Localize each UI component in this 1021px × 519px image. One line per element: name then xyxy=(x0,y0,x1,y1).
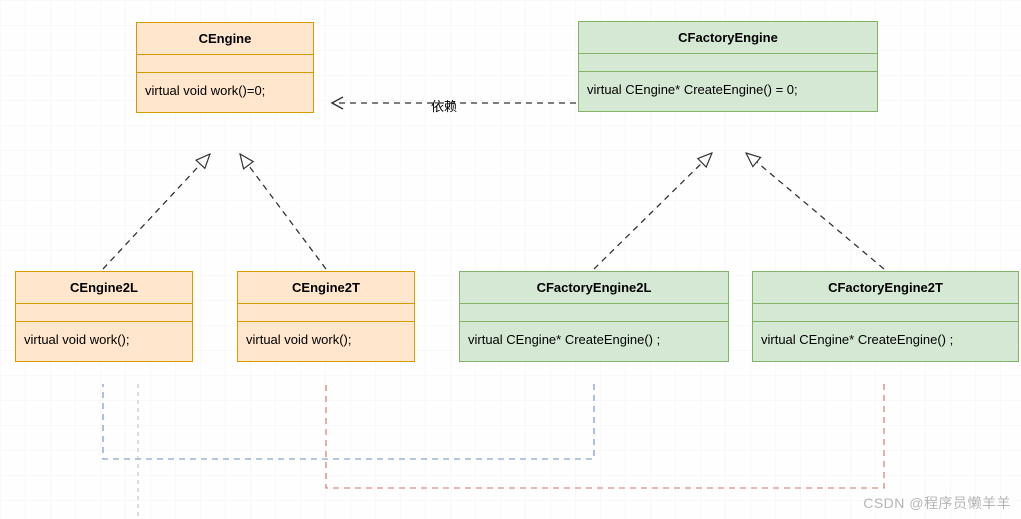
class-operation: virtual void work(); xyxy=(16,322,192,361)
assoc-factory2l-engine2l xyxy=(103,384,594,459)
generalization-cengine2t xyxy=(240,154,326,269)
generalization-cengine2l xyxy=(103,154,210,269)
assoc-factory2t-engine2t xyxy=(326,384,884,488)
generalization-cfactory2t xyxy=(746,153,884,269)
class-attributes xyxy=(460,304,728,322)
class-title: CFactoryEngine2L xyxy=(460,272,728,304)
class-operation: virtual CEngine* CreateEngine() ; xyxy=(753,322,1018,361)
class-cengine2l: CEngine2L virtual void work(); xyxy=(15,271,193,362)
class-cfactoryengine2l: CFactoryEngine2L virtual CEngine* Create… xyxy=(459,271,729,362)
class-operation: virtual CEngine* CreateEngine() ; xyxy=(460,322,728,361)
class-attributes xyxy=(579,54,877,72)
class-cengine: CEngine virtual void work()=0; xyxy=(136,22,314,113)
class-cfactoryengine2t: CFactoryEngine2T virtual CEngine* Create… xyxy=(752,271,1019,362)
class-cengine2t: CEngine2T virtual void work(); xyxy=(237,271,415,362)
class-cfactoryengine: CFactoryEngine virtual CEngine* CreateEn… xyxy=(578,21,878,112)
class-attributes xyxy=(137,55,313,73)
class-title: CFactoryEngine xyxy=(579,22,877,54)
generalization-cfactory2l xyxy=(594,153,712,269)
class-operation: virtual void work()=0; xyxy=(137,73,313,112)
class-operation: virtual CEngine* CreateEngine() = 0; xyxy=(579,72,877,111)
class-title: CEngine xyxy=(137,23,313,55)
class-attributes xyxy=(16,304,192,322)
dependency-label: 依赖 xyxy=(427,96,461,115)
class-operation: virtual void work(); xyxy=(238,322,414,361)
watermark: CSDN @程序员懒羊羊 xyxy=(863,493,1011,513)
class-attributes xyxy=(238,304,414,322)
class-title: CEngine2L xyxy=(16,272,192,304)
class-title: CEngine2T xyxy=(238,272,414,304)
class-attributes xyxy=(753,304,1018,322)
class-title: CFactoryEngine2T xyxy=(753,272,1018,304)
